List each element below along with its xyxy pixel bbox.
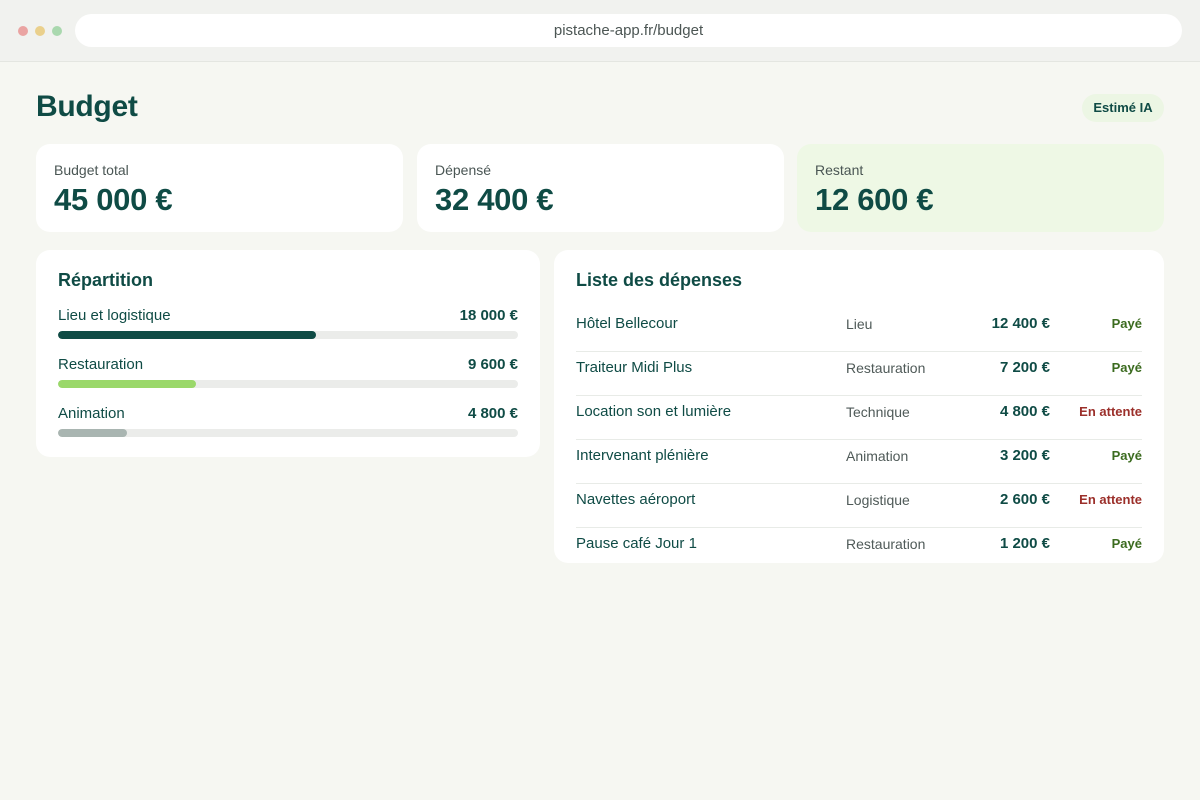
expense-category: Technique: [846, 404, 910, 420]
expense-category: Logistique: [846, 492, 910, 508]
progress-track: [58, 331, 518, 339]
stat-value: 45 000 €: [54, 182, 173, 217]
expense-row[interactable]: Hôtel Bellecour Lieu 12 400 € Payé: [576, 308, 1142, 352]
expense-row[interactable]: Traiteur Midi Plus Restauration 7 200 € …: [576, 352, 1142, 396]
expense-amount: 4 800 €: [999, 403, 1050, 420]
expense-row[interactable]: Pause café Jour 1 Restauration 1 200 € P…: [576, 528, 1142, 572]
expense-amount: 1 200 €: [999, 535, 1050, 552]
progress-track: [58, 429, 518, 437]
repartition-title: Répartition: [58, 270, 154, 290]
repartition-item-amount: 4 800 €: [467, 405, 518, 422]
window-maximize-dot[interactable]: [52, 26, 62, 36]
repartition-item-amount: 18 000 €: [459, 307, 518, 324]
expense-name: Navettes aéroport: [576, 491, 696, 508]
expense-category: Animation: [846, 448, 909, 464]
expense-category: Restauration: [846, 536, 926, 552]
expense-row[interactable]: Navettes aéroport Logistique 2 600 € En …: [576, 484, 1142, 528]
stat-card-remaining: Restant 12 600 €: [797, 144, 1164, 232]
expense-status: Payé: [1111, 316, 1142, 331]
expense-amount: 12 400 €: [991, 315, 1050, 332]
repartition-item: Animation 4 800 €: [58, 405, 518, 445]
expense-status: En attente: [1079, 492, 1142, 507]
stat-label: Budget total: [54, 162, 129, 178]
expense-row[interactable]: Location son et lumière Technique 4 800 …: [576, 396, 1142, 440]
expense-amount: 7 200 €: [999, 359, 1050, 376]
expense-name: Hôtel Bellecour: [576, 315, 678, 332]
repartition-item-amount: 9 600 €: [467, 356, 518, 373]
stat-label: Dépensé: [435, 162, 492, 178]
expense-name: Traiteur Midi Plus: [576, 359, 693, 376]
repartition-item-label: Lieu et logistique: [58, 307, 171, 324]
expense-category: Lieu: [846, 316, 873, 332]
expense-name: Intervenant plénière: [576, 447, 709, 464]
browser-chrome: pistache-app.fr/budget: [0, 0, 1200, 62]
expense-status: En attente: [1079, 404, 1142, 419]
expense-status: Payé: [1111, 360, 1142, 375]
expense-name: Location son et lumière: [576, 403, 732, 420]
page-title: Budget: [36, 90, 138, 123]
progress-track: [58, 380, 518, 388]
expense-row[interactable]: Intervenant plénière Animation 3 200 € P…: [576, 440, 1142, 484]
stat-card-total: Budget total 45 000 €: [36, 144, 403, 232]
expenses-card: Liste des dépenses Hôtel Bellecour Lieu …: [554, 250, 1164, 563]
stat-card-spent: Dépensé 32 400 €: [417, 144, 784, 232]
repartition-card: Répartition Lieu et logistique 18 000 € …: [36, 250, 540, 457]
expense-category: Restauration: [846, 360, 926, 376]
repartition-item-label: Animation: [58, 405, 125, 422]
repartition-item: Restauration 9 600 €: [58, 356, 518, 396]
expenses-title: Liste des dépenses: [576, 270, 743, 290]
stat-value: 32 400 €: [435, 182, 554, 217]
repartition-item-label: Restauration: [58, 356, 144, 373]
window-minimize-dot[interactable]: [35, 26, 45, 36]
repartition-item: Lieu et logistique 18 000 €: [58, 307, 518, 347]
expense-name: Pause café Jour 1: [576, 535, 697, 552]
progress-fill: [58, 429, 127, 437]
progress-fill: [58, 380, 196, 388]
stat-value: 12 600 €: [815, 182, 934, 217]
expense-amount: 2 600 €: [999, 491, 1050, 508]
progress-fill: [58, 331, 316, 339]
expense-status: Payé: [1111, 536, 1142, 551]
expense-amount: 3 200 €: [999, 447, 1050, 464]
stat-label: Restant: [815, 162, 864, 178]
window-close-dot[interactable]: [18, 26, 28, 36]
expense-status: Payé: [1111, 448, 1142, 463]
ai-estimate-badge: Estimé IA: [1082, 94, 1164, 122]
url-bar[interactable]: pistache-app.fr/budget: [75, 14, 1182, 47]
